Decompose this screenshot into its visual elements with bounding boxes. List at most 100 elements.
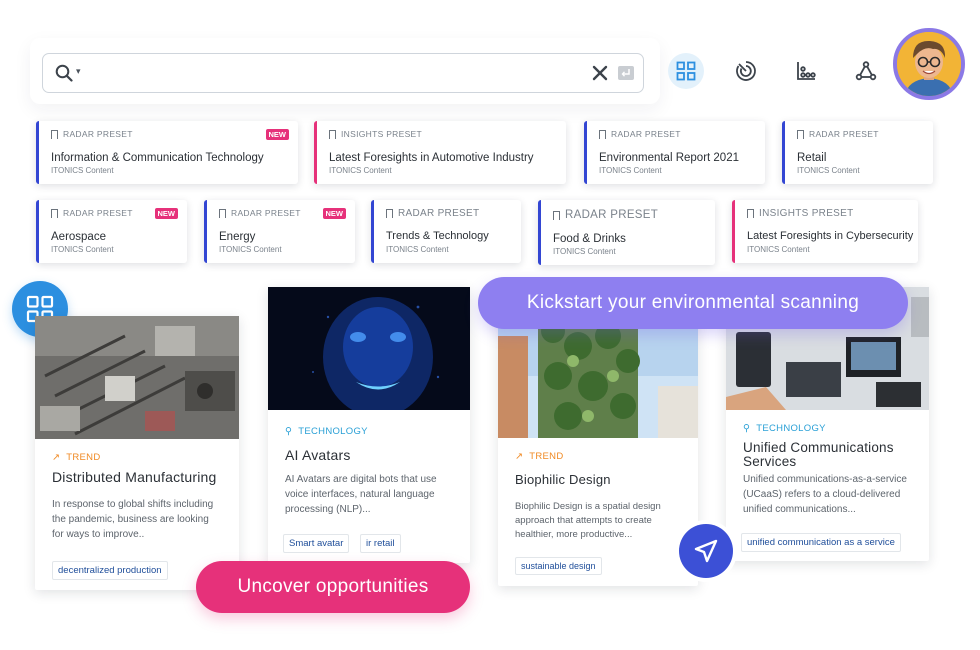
user-photo [897, 32, 961, 96]
clear-icon[interactable] [590, 63, 610, 83]
preset-type: RADAR PRESET [51, 129, 133, 142]
card-title: Distributed Manufacturing [52, 469, 217, 485]
card-type: ↗ TREND [52, 452, 101, 463]
preset-type-label: RADAR PRESET [611, 129, 681, 139]
enter-key-icon[interactable] [618, 66, 634, 80]
preset-type-label: INSIGHTS PRESET [341, 129, 423, 139]
card-image [498, 316, 698, 438]
trend-card[interactable]: ↗ TREND Biophilic Design Biophilic Design… [498, 316, 698, 586]
preset-type-label: RADAR PRESET [565, 209, 659, 221]
preset-subtitle: ITONICS Content [219, 245, 282, 254]
tag[interactable]: decentralized production [52, 561, 168, 580]
preset-type: RADAR PRESET [797, 129, 879, 142]
card-title-line: Unified Communications [743, 440, 894, 455]
uncover-text: Uncover opportunities [237, 576, 429, 597]
preset-card[interactable]: RADAR PRESET NEW Aerospace ITONICS Conte… [36, 200, 187, 263]
tag[interactable]: unified communication as a service [741, 533, 901, 552]
preset-type-label: INSIGHTS PRESET [759, 208, 854, 219]
preset-subtitle: ITONICS Content [599, 166, 662, 175]
card-type: ↗ TREND [515, 451, 564, 462]
preset-type-label: RADAR PRESET [398, 208, 480, 219]
preset-subtitle: ITONICS Content [553, 247, 616, 256]
card-type-label: TREND [66, 452, 101, 463]
card-image [35, 316, 239, 439]
preset-title: Latest Foresights in Automotive Industry [329, 152, 534, 164]
card-type-label: TREND [529, 451, 564, 462]
bookmark-icon [553, 210, 560, 223]
desc-line: healthier, more productive... [515, 529, 633, 540]
preset-title: Food & Drinks [553, 233, 626, 245]
network-view-icon [855, 61, 877, 81]
bookmark-icon [747, 209, 754, 221]
preset-title: Retail [797, 152, 827, 164]
preset-title: Trends & Technology [386, 230, 489, 242]
tag[interactable]: sustainable design [515, 557, 602, 575]
preset-card[interactable]: RADAR PRESET Food & Drinks ITONICS Conte… [538, 200, 715, 265]
desc-line: Unified communications-as-a-service [743, 474, 907, 485]
search-icon[interactable] [55, 64, 73, 82]
new-badge: NEW [322, 208, 346, 219]
card-title-line: Services [743, 454, 797, 469]
kickstart-callout[interactable]: Kickstart your environmental scanning [478, 277, 908, 329]
preset-type: INSIGHTS PRESET [329, 129, 423, 142]
preset-type: RADAR PRESET [386, 208, 480, 221]
preset-card[interactable]: RADAR PRESET Retail ITONICS Content [782, 121, 933, 184]
desc-line: for ways to improve.. [52, 529, 145, 540]
trend-card[interactable]: ↗ TREND Distributed Manufacturing In resp… [35, 316, 239, 590]
card-type: ⚲ TECHNOLOGY [743, 423, 826, 434]
technology-card[interactable]: ⚲ TECHNOLOGY AI Avatars AI Avatars are di… [268, 287, 470, 563]
uncover-callout[interactable]: Uncover opportunities [196, 561, 470, 613]
grid-view-button[interactable] [668, 53, 704, 89]
preset-title: Latest Foresights in Cybersecurity [747, 230, 914, 242]
card-description: In response to global shifts including t… [52, 497, 213, 542]
card-description: Unified communications-as-a-service (UCa… [743, 472, 907, 517]
preset-card[interactable]: INSIGHTS PRESET Latest Foresights in Cyb… [732, 200, 918, 263]
preset-title: Environmental Report 2021 [599, 152, 739, 164]
preset-type-label: RADAR PRESET [809, 129, 879, 139]
card-image [268, 287, 470, 410]
navigation-arrow-icon [694, 539, 718, 563]
preset-card[interactable]: RADAR PRESET NEW Energy ITONICS Content [204, 200, 355, 263]
search-box[interactable]: ▾ [42, 53, 644, 93]
preset-subtitle: ITONICS Content [329, 166, 392, 175]
new-badge: NEW [154, 208, 178, 219]
preset-subtitle: ITONICS Content [747, 245, 810, 254]
desc-line: (UCaaS) refers to a cloud-delivered [743, 489, 901, 500]
navigate-fab-inner [679, 524, 733, 578]
preset-type: RADAR PRESET [51, 208, 133, 221]
network-view-button[interactable] [848, 53, 884, 89]
card-title: Unified Communications Services [743, 441, 894, 469]
desc-line: voice interfaces, natural language [285, 489, 435, 500]
bookmark-icon [51, 129, 58, 142]
preset-type-label: RADAR PRESET [231, 208, 301, 218]
preset-subtitle: ITONICS Content [797, 166, 860, 175]
preset-title: Information & Communication Technology [51, 152, 264, 164]
preset-subtitle: ITONICS Content [386, 245, 449, 254]
preset-type-label: RADAR PRESET [63, 208, 133, 218]
bookmark-icon [386, 209, 393, 221]
bookmark-icon [797, 129, 804, 142]
chart-view-button[interactable] [788, 53, 824, 89]
desc-line: the pandemic, business are looking [52, 514, 209, 525]
radar-view-button[interactable] [728, 53, 764, 89]
preset-card[interactable]: RADAR PRESET Environmental Report 2021 I… [584, 121, 765, 184]
desc-line: approach that attempts to create [515, 515, 652, 526]
preset-card[interactable]: RADAR PRESET Trends & Technology ITONICS… [371, 200, 521, 263]
card-title: AI Avatars [285, 447, 351, 463]
chart-view-icon [797, 62, 816, 80]
card-description: Biophilic Design is a spatial design app… [515, 500, 661, 542]
preset-card[interactable]: INSIGHTS PRESET Latest Foresights in Aut… [314, 121, 566, 184]
avatar[interactable] [893, 28, 965, 100]
navigate-fab[interactable] [675, 520, 737, 582]
technology-icon: ⚲ [743, 423, 751, 434]
preset-type: INSIGHTS PRESET [747, 208, 854, 221]
tag[interactable]: Smart avatar [283, 534, 350, 553]
preset-title: Aerospace [51, 231, 106, 243]
chevron-down-icon[interactable]: ▾ [76, 66, 81, 77]
tag[interactable]: ir retail [360, 534, 401, 553]
search-input[interactable] [95, 60, 565, 86]
card-type: ⚲ TECHNOLOGY [285, 426, 368, 437]
preset-card[interactable]: RADAR PRESET NEW Information & Communica… [36, 121, 298, 184]
card-type-label: TECHNOLOGY [298, 426, 368, 437]
kickstart-text: Kickstart your environmental scanning [526, 292, 860, 313]
